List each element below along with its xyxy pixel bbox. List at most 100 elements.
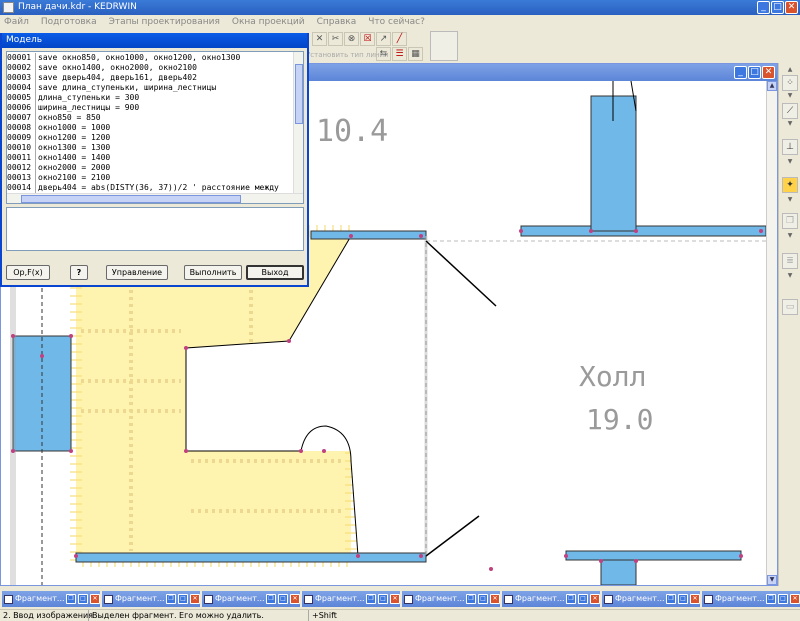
vtoolbar-arrow-4[interactable]: ▼ [782, 159, 798, 165]
fragment-tab[interactable]: Фрагмент... ❐ □ ✕ [302, 591, 400, 607]
drawing-vertical-scrollbar[interactable]: ▲ ▼ [766, 81, 777, 585]
tool-erase-icon[interactable]: ⊗ [344, 32, 359, 46]
node-select-icon[interactable]: ⁘ [782, 75, 798, 91]
minimize-button[interactable]: _ [757, 1, 770, 14]
vtoolbar-up-arrow[interactable]: ▲ [782, 67, 798, 73]
eraser-icon[interactable]: ▭ [782, 299, 798, 315]
fragment-tab[interactable]: Фрагмент... ❐ □ ✕ [402, 591, 500, 607]
code-line[interactable]: save окно850, окно1000, окно1200, окно13… [38, 53, 293, 63]
restore-icon[interactable]: ❐ [166, 594, 176, 604]
drawing-minimize-button[interactable]: _ [734, 66, 747, 79]
restore-icon[interactable]: ❐ [266, 594, 276, 604]
tool-line-icon[interactable]: ╱ [392, 32, 407, 46]
restore-icon[interactable]: ❐ [366, 594, 376, 604]
code-line[interactable]: окно1000 = 1000 [38, 123, 293, 133]
maximize-icon[interactable]: □ [278, 594, 288, 604]
exit-button[interactable]: Выход [246, 265, 304, 280]
maximize-icon[interactable]: □ [78, 594, 88, 604]
code-line[interactable]: длина_ступеньки = 300 [38, 93, 293, 103]
close-icon[interactable]: ✕ [290, 594, 300, 604]
maximize-icon[interactable]: □ [378, 594, 388, 604]
fragment-tab[interactable]: Фрагмент... ❐ □ ✕ [2, 591, 100, 607]
maximize-icon[interactable]: □ [478, 594, 488, 604]
run-button[interactable]: Выполнить [184, 265, 242, 280]
app-title: План дачи.kdr - KEDRWIN [18, 2, 137, 12]
tool-stack-icon[interactable]: ☰ [392, 47, 407, 61]
menu-stages[interactable]: Этапы проектирования [109, 15, 220, 29]
restore-icon[interactable]: ❐ [66, 594, 76, 604]
code-line[interactable]: save длина_ступеньки, ширина_лестницы [38, 83, 293, 93]
close-icon[interactable]: ✕ [90, 594, 100, 604]
fragment-tab[interactable]: Фрагмент... ❐ □ ✕ [702, 591, 800, 607]
code-lines[interactable]: save окно850, окно1000, окно1200, окно13… [38, 53, 293, 193]
model-code-editor[interactable]: 00001 00002 00003 00004 00005 00006 0000… [6, 51, 304, 204]
code-line[interactable]: окно1200 = 1200 [38, 133, 293, 143]
maximize-icon[interactable]: □ [178, 594, 188, 604]
close-button[interactable]: ✕ [785, 1, 798, 14]
layers-icon[interactable]: ≣ [782, 253, 798, 269]
fragment-tab[interactable]: Фрагмент... ❐ □ ✕ [102, 591, 200, 607]
close-icon[interactable]: ✕ [790, 594, 800, 604]
maximize-icon[interactable]: □ [678, 594, 688, 604]
close-icon[interactable]: ✕ [690, 594, 700, 604]
code-line[interactable]: окно2000 = 2000 [38, 163, 293, 173]
op-fx-button[interactable]: Op,F(x) [6, 265, 50, 280]
wizard-icon[interactable]: ✦ [782, 177, 798, 193]
fragment-tab[interactable]: Фрагмент... ❐ □ ✕ [502, 591, 600, 607]
menu-file[interactable]: Файл [4, 15, 29, 29]
fragment-icon [104, 594, 113, 604]
line-number: 00012 [7, 163, 32, 172]
menu-whats-now[interactable]: Что сейчас? [368, 15, 425, 29]
code-line[interactable]: save дверь404, дверь161, дверь402 [38, 73, 293, 83]
vtoolbar-arrow-6[interactable]: ▼ [782, 233, 798, 239]
drawing-maximize-button[interactable]: □ [748, 66, 761, 79]
code-line[interactable]: окно2100 = 2100 [38, 173, 293, 183]
model-output-area[interactable] [6, 207, 304, 251]
scroll-up-arrow[interactable]: ▲ [767, 81, 777, 91]
perspective-icon[interactable]: ⟋ [782, 103, 798, 119]
restore-icon[interactable]: ❐ [466, 594, 476, 604]
vtoolbar-arrow-5[interactable]: ▼ [782, 197, 798, 203]
code-line[interactable]: окно850 = 850 [38, 113, 293, 123]
restore-icon[interactable]: ❐ [766, 594, 776, 604]
maximize-button[interactable]: □ [771, 1, 784, 14]
code-horizontal-scrollbar[interactable] [7, 193, 303, 203]
restore-icon[interactable]: ❐ [566, 594, 576, 604]
code-line[interactable]: окно1300 = 1300 [38, 143, 293, 153]
copy-icon[interactable]: ❐ [782, 213, 798, 229]
line-number: 00009 [7, 133, 32, 142]
manage-button[interactable]: Управление [106, 265, 168, 280]
close-icon[interactable]: ✕ [490, 594, 500, 604]
vtoolbar-arrow-2[interactable]: ▼ [782, 93, 798, 99]
restore-icon[interactable]: ❐ [666, 594, 676, 604]
code-vertical-scrollbar[interactable] [293, 52, 303, 193]
drawing-close-button[interactable]: ✕ [762, 66, 775, 79]
fragment-tab[interactable]: Фрагмент... ❐ □ ✕ [602, 591, 700, 607]
status-bar: 2. Ввод изображения Выделен фрагмент. Ег… [0, 609, 800, 621]
vtoolbar-arrow-7[interactable]: ▼ [782, 273, 798, 279]
code-line[interactable]: ширина_лестницы = 900 [38, 103, 293, 113]
dimension-icon[interactable]: ⊥ [782, 139, 798, 155]
code-line[interactable]: дверь404 = abs(DISTY(36, 37))/2 ' рассто… [38, 183, 293, 193]
close-icon[interactable]: ✕ [190, 594, 200, 604]
vtoolbar-arrow-3[interactable]: ▼ [782, 121, 798, 127]
line-number: 00003 [7, 73, 32, 82]
menu-projections[interactable]: Окна проекций [232, 15, 305, 29]
maximize-icon[interactable]: □ [778, 594, 788, 604]
tool-delete-icon[interactable]: ☒ [360, 32, 375, 46]
menu-help[interactable]: Справка [317, 15, 357, 29]
scroll-down-arrow[interactable]: ▼ [767, 575, 777, 585]
close-icon[interactable]: ✕ [390, 594, 400, 604]
maximize-icon[interactable]: □ [578, 594, 588, 604]
tool-grid-icon[interactable]: ▦ [408, 47, 423, 61]
code-line[interactable]: окно1400 = 1400 [38, 153, 293, 163]
code-line[interactable]: save окно1400, окно2000, окно2100 [38, 63, 293, 73]
fragment-tab[interactable]: Фрагмент... ❐ □ ✕ [202, 591, 300, 607]
tool-cross-icon[interactable]: ✕ [312, 32, 327, 46]
large-tool-button[interactable] [430, 31, 458, 61]
menu-prepare[interactable]: Подготовка [41, 15, 97, 29]
tool-cut-icon[interactable]: ✂ [328, 32, 343, 46]
close-icon[interactable]: ✕ [590, 594, 600, 604]
help-button[interactable]: ? [70, 265, 88, 280]
tool-move-icon[interactable]: ↗ [376, 32, 391, 46]
